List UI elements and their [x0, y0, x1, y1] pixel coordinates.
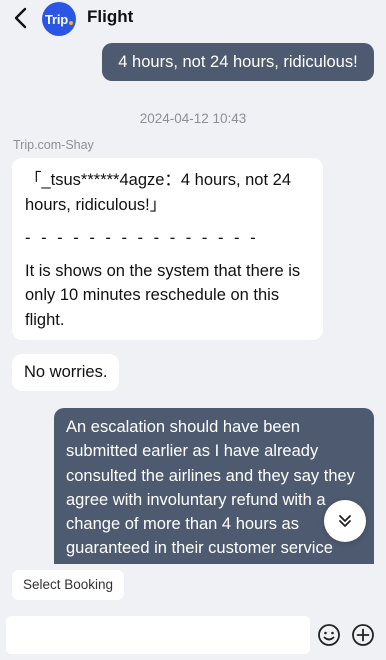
agent-message: No worries. [12, 354, 120, 391]
quoted-text-line: 「_tsus******4agze：4 hours, not 24 [25, 171, 291, 189]
logo-text: Trip [44, 11, 69, 27]
composer-area: Select Booking [0, 564, 386, 660]
chat-title: Flight [87, 7, 134, 26]
message-line: change of more than 4 hours as [66, 515, 299, 534]
message-timestamp: 2024-04-12 10:43 [139, 111, 247, 126]
plus-circle-icon[interactable] [351, 623, 375, 647]
outgoing-message-long: An escalation should have been submitted… [54, 408, 374, 564]
smiley-icon[interactable] [317, 623, 341, 647]
message-line: agree with involuntary refund with a [66, 490, 326, 509]
quote-divider: - - - - - - - - - - - - - - - [25, 229, 259, 247]
agent-reply-bubble: 「_tsus******4agze：4 hours, not 24 hours,… [12, 158, 323, 340]
back-chevron-icon[interactable] [10, 6, 32, 30]
double-chevron-down-icon [339, 515, 351, 527]
outgoing-message: 4 hours, not 24 hours, ridiculous! [102, 43, 374, 81]
select-booking-button[interactable]: Select Booking [12, 570, 125, 600]
scroll-to-bottom-button[interactable] [324, 500, 366, 542]
quoted-text-line: hours, ridiculous!」 [25, 195, 167, 214]
reply-text-line: flight. [25, 310, 65, 329]
message-input[interactable] [6, 616, 310, 654]
message-line: guaranteed in their customer service [66, 539, 333, 558]
message-line: submitted earlier as I have already [66, 442, 319, 461]
message-line: consulted the airlines and they say they [66, 466, 355, 485]
message-line: An escalation should have been [66, 418, 300, 436]
chat-header: Trip Flight [0, 0, 386, 36]
reply-text-line: It is shows on the system that there is [25, 261, 301, 280]
trip-logo: Trip [42, 2, 76, 36]
reply-text-line: only 10 minutes reschedule on this [25, 286, 280, 304]
agent-name: Trip.com-Shay [13, 138, 94, 152]
